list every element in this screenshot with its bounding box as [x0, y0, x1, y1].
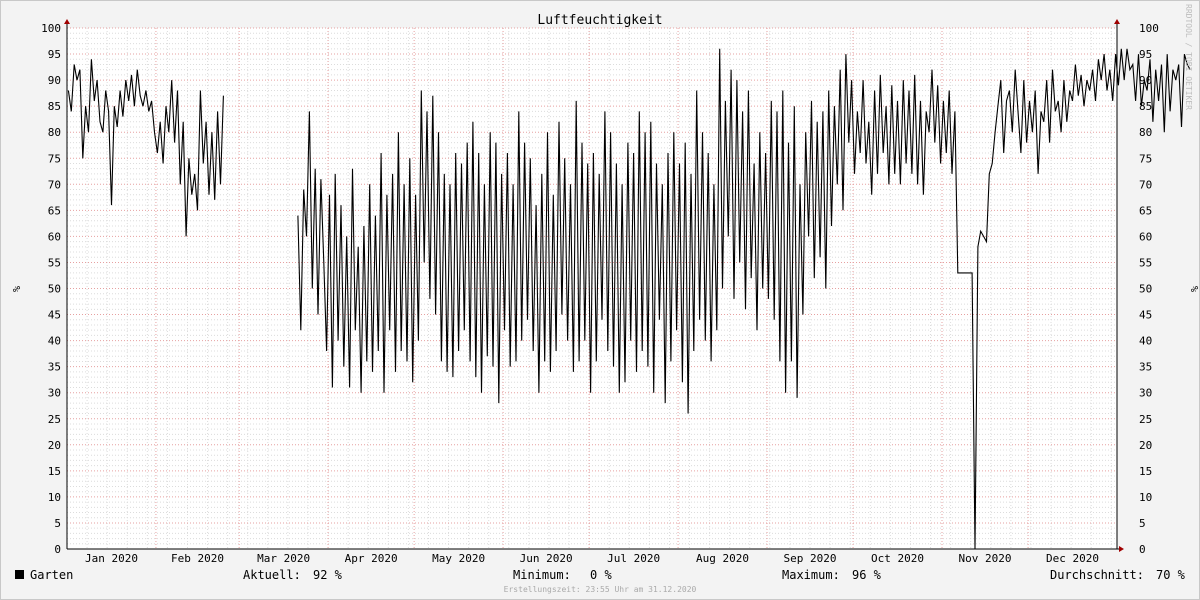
y-tick-label-left: 10	[48, 491, 61, 504]
legend-swatch	[15, 570, 24, 579]
y-tick-label-left: 80	[48, 126, 61, 139]
y-axis-arrow-left	[64, 19, 70, 24]
y-tick-label-left: 25	[48, 413, 61, 426]
x-tick-label: Nov 2020	[959, 552, 1012, 565]
y-tick-label-left: 100	[41, 22, 61, 35]
y-tick-label-right: 50	[1139, 283, 1152, 296]
y-tick-label-right: 20	[1139, 439, 1152, 452]
x-tick-label: May 2020	[432, 552, 485, 565]
y-tick-label-left: 95	[48, 48, 61, 61]
average-label: Durchschnitt:	[1050, 568, 1144, 582]
y-tick-label-right: 75	[1139, 152, 1152, 165]
y-tick-label-left: 75	[48, 152, 61, 165]
y-tick-label-left: 35	[48, 361, 61, 374]
y-tick-label-right: 45	[1139, 309, 1152, 322]
x-tick-label: Mar 2020	[257, 552, 310, 565]
y-tick-label-left: 70	[48, 178, 61, 191]
y-tick-label-right: 5	[1139, 517, 1146, 530]
x-tick-label: Jan 2020	[85, 552, 138, 565]
y-tick-label-left: 5	[54, 517, 61, 530]
creation-time: Erstellungszeit: 23:55 Uhr am 31.12.2020	[503, 585, 697, 594]
y-tick-label-left: 90	[48, 74, 61, 87]
x-tick-label: Apr 2020	[345, 552, 398, 565]
y-tick-label-right: 65	[1139, 204, 1152, 217]
x-tick-label: Jul 2020	[607, 552, 660, 565]
y-axis-label-left: %	[10, 286, 21, 292]
y-tick-label-right: 95	[1139, 48, 1152, 61]
y-tick-label-left: 0	[54, 543, 61, 556]
y-tick-label-left: 40	[48, 335, 61, 348]
current-value: 92 %	[313, 568, 342, 582]
y-tick-label-right: 10	[1139, 491, 1152, 504]
x-tick-label: Aug 2020	[696, 552, 749, 565]
y-tick-label-left: 20	[48, 439, 61, 452]
y-axis-arrow-right	[1114, 19, 1120, 24]
y-tick-label-left: 50	[48, 283, 61, 296]
y-tick-label-right: 0	[1139, 543, 1146, 556]
x-tick-label: Sep 2020	[784, 552, 837, 565]
watermark: RRDTOOL / TOBI OETIKER	[1184, 4, 1193, 110]
y-tick-label-right: 70	[1139, 178, 1152, 191]
x-tick-label: Feb 2020	[171, 552, 224, 565]
legend-series-name: Garten	[30, 568, 74, 582]
y-tick-label-left: 15	[48, 465, 61, 478]
y-axis-label-right: %	[1188, 286, 1199, 292]
x-tick-label: Oct 2020	[871, 552, 924, 565]
maximum-label: Maximum:	[782, 568, 840, 582]
y-tick-label-right: 55	[1139, 256, 1152, 269]
y-tick-label-right: 30	[1139, 387, 1152, 400]
y-tick-label-left: 45	[48, 309, 61, 322]
y-tick-label-left: 55	[48, 256, 61, 269]
y-tick-label-right: 25	[1139, 413, 1152, 426]
current-label: Aktuell:	[243, 568, 301, 582]
y-tick-label-left: 65	[48, 204, 61, 217]
y-tick-label-right: 100	[1139, 22, 1159, 35]
minimum-value: 0 %	[590, 568, 612, 582]
x-tick-label: Jun 2020	[520, 552, 573, 565]
maximum-value: 96 %	[852, 568, 881, 582]
y-tick-label-left: 60	[48, 230, 61, 243]
y-tick-label-right: 15	[1139, 465, 1152, 478]
y-tick-label-left: 85	[48, 100, 61, 113]
y-tick-label-right: 40	[1139, 335, 1152, 348]
minimum-label: Minimum:	[513, 568, 571, 582]
x-tick-label: Dec 2020	[1046, 552, 1099, 565]
y-tick-label-right: 35	[1139, 361, 1152, 374]
average-value: 70 %	[1156, 568, 1185, 582]
chart-title: Luftfeuchtigkeit	[537, 13, 662, 28]
y-tick-label-right: 80	[1139, 126, 1152, 139]
y-tick-label-left: 30	[48, 387, 61, 400]
y-tick-label-right: 60	[1139, 230, 1152, 243]
chart-canvas: Luftfeuchtigkeit 05101520253035404550556…	[10, 4, 1199, 565]
x-axis-arrow	[1119, 546, 1124, 552]
